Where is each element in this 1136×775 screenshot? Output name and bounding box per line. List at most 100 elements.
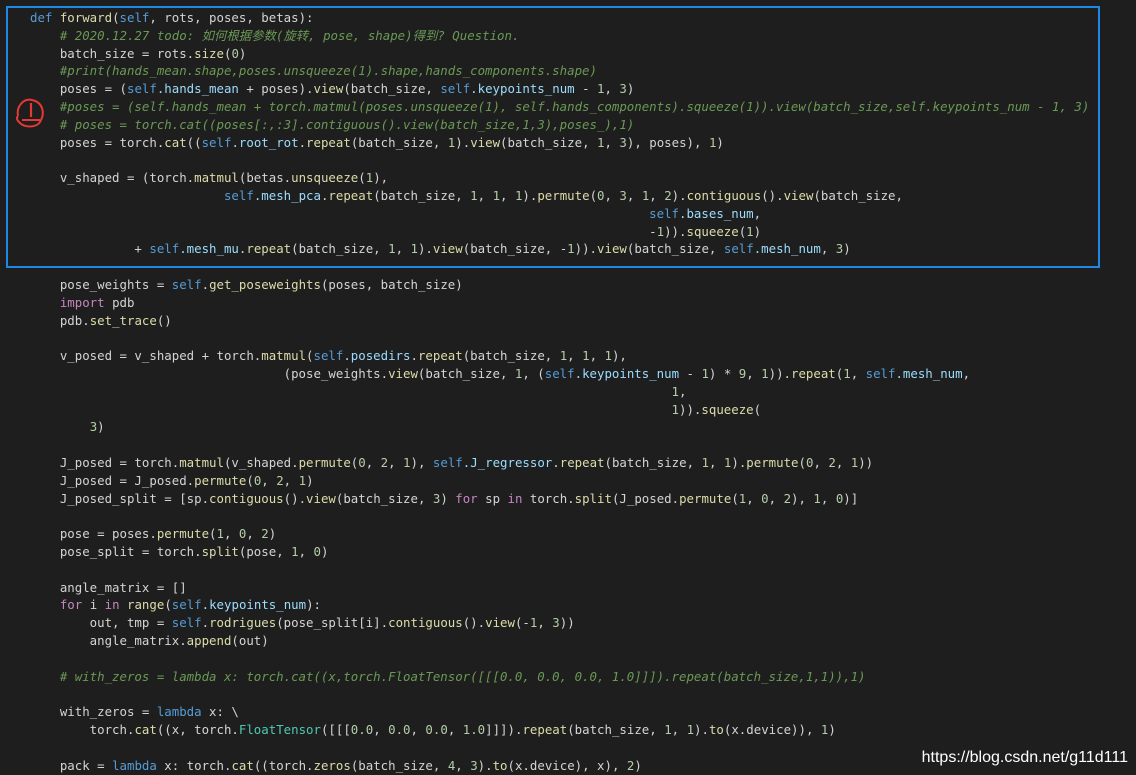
code-token: , xyxy=(746,490,762,506)
code-token: to xyxy=(708,722,724,737)
code-line[interactable]: 1)).squeeze( xyxy=(30,401,762,419)
code-token: get_poseweights xyxy=(209,277,321,292)
code-token: .root_rot xyxy=(231,134,299,150)
code-line[interactable]: poses = torch.cat((self.root_rot.repeat(… xyxy=(30,134,724,152)
code-token: view xyxy=(388,366,418,381)
code-token: (batch_size, xyxy=(462,348,560,364)
code-token: , xyxy=(679,383,687,399)
code-line[interactable]: def forward(self, rots, poses, betas): xyxy=(30,9,314,27)
code-token: (poses, batch_size) xyxy=(320,277,463,292)
code-token: ). xyxy=(455,134,471,150)
code-token: ) xyxy=(716,134,724,150)
code-line[interactable]: pose_split = torch.split(pose, 1, 0) xyxy=(30,543,329,561)
code-token: , xyxy=(768,490,784,506)
code-token: 1 xyxy=(671,401,680,417)
code-token: )). xyxy=(768,366,791,381)
code-token: (( xyxy=(186,134,202,150)
code-token: contiguous xyxy=(686,188,762,203)
code-token: , xyxy=(373,722,389,737)
code-line[interactable]: # poses = torch.cat((poses[:,:3].contigu… xyxy=(30,116,634,134)
exclamation-circle-icon xyxy=(16,98,44,128)
code-token: (- xyxy=(514,615,530,631)
code-token: to xyxy=(492,757,508,773)
code-token: 1 xyxy=(298,472,307,488)
code-token: v_posed = v_shaped + torch. xyxy=(30,348,262,364)
code-line[interactable]: #poses = (self.hands_mean + torch.matmul… xyxy=(30,98,1089,116)
code-token: self xyxy=(432,455,463,470)
code-line[interactable]: poses = (self.hands_mean + poses).view(b… xyxy=(30,80,635,98)
code-token: .mesh_mu xyxy=(179,241,239,257)
code-token: repeat xyxy=(306,134,351,150)
code-token: repeat xyxy=(559,455,605,470)
code-token: ( xyxy=(209,526,217,542)
code-token: .keypoints_num xyxy=(574,366,680,381)
code-token: self xyxy=(201,134,232,150)
code-token: , xyxy=(813,455,829,470)
code-line[interactable]: pack = lambda x: torch.cat((torch.zeros(… xyxy=(30,757,642,775)
code-token: cat xyxy=(164,134,187,150)
code-token: ( xyxy=(358,170,366,186)
code-line[interactable]: J_posed = J_posed.permute(0, 2, 1) xyxy=(30,472,314,490)
code-token: )) xyxy=(858,455,874,470)
code-line[interactable]: pose = poses.permute(1, 0, 2) xyxy=(30,525,276,543)
code-token: 1 xyxy=(403,455,411,470)
code-token: , xyxy=(604,188,620,203)
code-line[interactable]: #print(hands_mean.shape,poses.unsqueeze(… xyxy=(30,62,597,80)
code-token: ) * xyxy=(708,366,739,381)
code-token: self xyxy=(149,241,180,257)
code-line[interactable]: for i in range(self.keypoints_num): xyxy=(30,596,321,614)
code-line[interactable]: 1, xyxy=(30,383,687,401)
code-token: repeat xyxy=(246,241,292,257)
code-line[interactable]: (pose_weights.view(batch_size, 1, (self.… xyxy=(30,365,970,383)
watermark: https://blog.csdn.net/g11d111 xyxy=(921,749,1128,766)
code-line[interactable]: J_posed_split = [sp.contiguous().view(ba… xyxy=(30,490,858,508)
code-line[interactable]: batch_size = rots.size(0) xyxy=(30,45,247,63)
code-token: , xyxy=(626,188,642,203)
code-token: self xyxy=(171,615,202,631)
code-line[interactable]: v_posed = v_shaped + torch.matmul(self.p… xyxy=(30,347,627,365)
code-token: out, tmp = xyxy=(30,615,172,631)
code-line[interactable]: pose_weights = self.get_poseweights(pose… xyxy=(30,276,463,294)
code-line[interactable]: # with_zeros = lambda x: torch.cat((x,to… xyxy=(30,668,866,686)
code-token: . xyxy=(201,277,210,292)
code-token: 3 xyxy=(552,615,560,631)
code-line[interactable]: angle_matrix.append(out) xyxy=(30,632,269,650)
code-token: ), xyxy=(410,455,433,470)
code-line[interactable]: self.bases_num, xyxy=(30,205,761,223)
code-editor[interactable]: def forward(self, rots, poses, betas): #… xyxy=(0,0,1136,773)
code-token: (pose, xyxy=(238,544,292,559)
code-token: view xyxy=(485,615,515,631)
code-token: 1 xyxy=(604,348,612,364)
code-token: .hands_mean xyxy=(156,81,239,97)
code-token: self xyxy=(544,366,575,381)
code-token: 3 xyxy=(619,188,627,203)
code-token: self xyxy=(126,81,157,97)
code-line[interactable]: pdb.set_trace() xyxy=(30,312,172,330)
code-token: , xyxy=(604,134,620,150)
code-line[interactable]: angle_matrix = [] xyxy=(30,579,187,597)
code-token: 3 xyxy=(619,134,627,150)
code-token: repeat xyxy=(522,722,568,737)
code-line[interactable]: torch.cat((x, torch.FloatTensor([[[0.0, … xyxy=(30,721,836,739)
code-line[interactable]: with_zeros = lambda x: \ xyxy=(30,703,239,721)
code-token: for xyxy=(59,597,83,613)
code-token: lambda xyxy=(156,704,202,720)
code-token: (batch_size, xyxy=(813,188,903,203)
code-line[interactable]: -1)).squeeze(1) xyxy=(30,223,761,241)
code-line[interactable]: self.mesh_pca.repeat(batch_size, 1, 1, 1… xyxy=(30,187,903,205)
code-line[interactable]: v_shaped = (torch.matmul(betas.unsqueeze… xyxy=(30,169,388,187)
code-line[interactable]: + self.mesh_mu.repeat(batch_size, 1, 1).… xyxy=(30,240,850,258)
code-token: permute xyxy=(298,455,351,470)
code-line[interactable]: out, tmp = self.rodrigues(pose_split[i].… xyxy=(30,614,575,632)
code-token: ) xyxy=(828,722,836,737)
code-token: view xyxy=(432,241,463,257)
code-token: (batch_size, xyxy=(350,757,448,773)
code-line[interactable]: 3) xyxy=(30,418,105,436)
code-token: repeat xyxy=(791,366,836,381)
code-token: 3 xyxy=(619,81,627,97)
code-line[interactable]: import pdb xyxy=(30,294,135,312)
code-token: repeat xyxy=(328,188,374,203)
code-line[interactable]: J_posed = torch.matmul(v_shaped.permute(… xyxy=(30,454,873,472)
code-line[interactable]: # 2020.12.27 todo: 如何根据参数(旋转, pose, shap… xyxy=(30,27,520,45)
